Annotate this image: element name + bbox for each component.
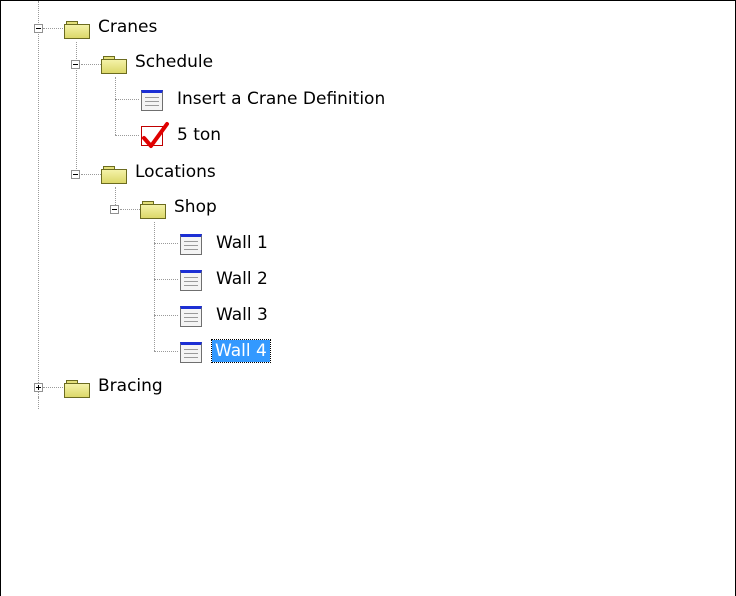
tree-connector <box>115 77 116 135</box>
document-icon <box>180 306 202 327</box>
tree-connector <box>43 28 63 29</box>
tree-node-label: 5 ton <box>177 125 222 145</box>
folder-icon <box>64 21 92 39</box>
expand-toggle-bracing[interactable] <box>34 383 43 392</box>
tree-connector <box>115 135 139 136</box>
checkmark-icon <box>141 122 169 148</box>
tree-connector <box>38 397 39 409</box>
collapse-toggle-cranes[interactable] <box>34 24 43 33</box>
tree-connector <box>38 1 39 397</box>
tree-connector <box>43 387 63 388</box>
tree-connector <box>81 64 101 65</box>
folder-icon <box>101 56 129 74</box>
tree-node-label: Schedule <box>135 52 214 72</box>
collapse-toggle-locations[interactable] <box>71 170 80 179</box>
tree-node-label: Shop <box>174 197 217 217</box>
document-icon <box>180 342 202 363</box>
tree-connector <box>154 279 178 280</box>
tree-node-label: Insert a Crane Definition <box>177 89 386 109</box>
collapse-toggle-shop[interactable] <box>110 205 119 214</box>
tree-connector <box>154 222 155 351</box>
tree-connector <box>115 99 139 100</box>
tree-connector <box>81 174 101 175</box>
tree-node-label: Locations <box>135 162 216 182</box>
document-icon <box>180 234 202 255</box>
tree-connector <box>154 315 178 316</box>
tree-connector <box>120 209 140 210</box>
folder-icon <box>101 166 129 184</box>
tree-node-label: Wall 3 <box>216 305 268 325</box>
tree-node-label-selected: Wall 4 <box>211 339 271 363</box>
tree-node-label: Wall 2 <box>216 269 268 289</box>
tree-view[interactable]: Cranes Schedule Insert a Crane Definitio… <box>0 0 736 596</box>
tree-node-label: Bracing <box>98 376 163 396</box>
tree-connector <box>154 351 178 352</box>
collapse-toggle-schedule[interactable] <box>71 60 80 69</box>
tree-connector <box>154 243 178 244</box>
document-icon <box>141 90 163 111</box>
tree-node-label: Cranes <box>98 17 158 37</box>
folder-icon <box>64 380 92 398</box>
document-icon <box>180 270 202 291</box>
folder-icon <box>140 201 168 219</box>
tree-node-label: Wall 1 <box>216 233 268 253</box>
